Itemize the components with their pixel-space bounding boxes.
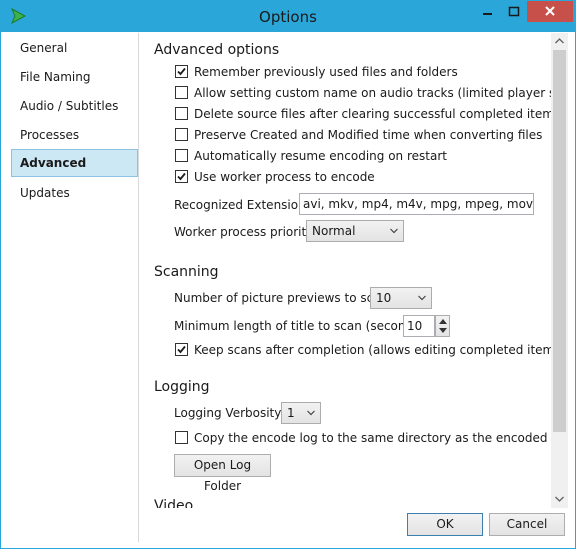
preserve-time-label: Preserve Created and Modified time when … xyxy=(194,128,543,142)
spin-down-icon[interactable] xyxy=(439,328,447,333)
priority-select[interactable]: Normal xyxy=(306,220,404,242)
options-window: Options General File Naming Audio / Subt… xyxy=(0,0,576,549)
auto-resume-checkbox[interactable] xyxy=(175,149,188,162)
options-sidebar: General File Naming Audio / Subtitles Pr… xyxy=(8,33,139,542)
priority-value: Normal xyxy=(312,224,356,238)
previews-select[interactable]: 10 xyxy=(370,287,432,309)
scroll-down-icon[interactable] xyxy=(555,496,564,502)
sidebar-item-processes[interactable]: Processes xyxy=(11,121,138,149)
extensions-label: Recognized Extensions: xyxy=(174,198,316,212)
sidebar-item-general[interactable]: General xyxy=(11,34,138,62)
delete-source-checkbox[interactable] xyxy=(175,107,188,120)
copy-log-label: Copy the encode log to the same director… xyxy=(194,431,551,445)
content-scrollbar[interactable] xyxy=(551,33,568,508)
min-length-spinner[interactable] xyxy=(435,315,450,337)
logging-section-title: Logging xyxy=(154,379,210,395)
sidebar-item-audio-subtitles[interactable]: Audio / Subtitles xyxy=(11,92,138,120)
dialog-footer: OK Cancel xyxy=(140,508,575,548)
chevron-down-icon xyxy=(418,295,426,301)
sidebar-item-advanced[interactable]: Advanced xyxy=(11,149,138,177)
chevron-down-icon xyxy=(390,228,398,234)
delete-source-label: Delete source files after clearing succe… xyxy=(194,107,551,121)
spin-up-icon[interactable] xyxy=(439,319,447,324)
verbosity-label: Logging Verbosity: xyxy=(174,406,285,420)
extensions-input[interactable]: avi, mkv, mp4, m4v, mpg, mpeg, mov, wm xyxy=(299,193,534,215)
chevron-down-icon xyxy=(307,410,315,416)
worker-process-checkbox[interactable] xyxy=(175,170,188,183)
ok-button[interactable]: OK xyxy=(407,513,483,536)
auto-resume-label: Automatically resume encoding on restart xyxy=(194,149,447,163)
remember-files-label: Remember previously used files and folde… xyxy=(194,65,458,79)
min-length-label: Minimum length of title to scan (seconds… xyxy=(174,319,429,333)
maximize-button[interactable] xyxy=(501,1,527,22)
previews-value: 10 xyxy=(376,291,392,305)
scroll-up-icon[interactable] xyxy=(555,38,564,44)
min-length-input[interactable]: 10 xyxy=(403,315,435,337)
previews-label: Number of picture previews to scan: xyxy=(174,291,393,305)
keep-scans-checkbox[interactable] xyxy=(175,343,188,356)
sidebar-item-updates[interactable]: Updates xyxy=(11,179,138,207)
sidebar-item-file-naming[interactable]: File Naming xyxy=(11,63,138,91)
custom-audio-name-checkbox[interactable] xyxy=(175,86,188,99)
cancel-button[interactable]: Cancel xyxy=(489,513,565,536)
minimize-button[interactable] xyxy=(474,1,500,22)
worker-process-label: Use worker process to encode xyxy=(194,170,375,184)
video-section-title: Video xyxy=(154,498,194,508)
keep-scans-label: Keep scans after completion (allows edit… xyxy=(194,343,551,357)
options-content: Advanced options Remember previously use… xyxy=(140,33,551,508)
remember-files-checkbox[interactable] xyxy=(175,65,188,78)
close-button[interactable] xyxy=(527,1,573,22)
scanning-section-title: Scanning xyxy=(154,264,219,280)
verbosity-value: 1 xyxy=(287,406,295,420)
scrollbar-thumb[interactable] xyxy=(553,50,566,432)
verbosity-select[interactable]: 1 xyxy=(281,402,321,424)
preserve-time-checkbox[interactable] xyxy=(175,128,188,141)
priority-label: Worker process priority: xyxy=(174,225,317,239)
copy-log-checkbox[interactable] xyxy=(175,431,188,444)
title-bar[interactable]: Options xyxy=(1,1,575,32)
custom-audio-name-label: Allow setting custom name on audio track… xyxy=(194,86,551,100)
open-log-folder-button[interactable]: Open Log Folder xyxy=(174,454,271,493)
advanced-section-title: Advanced options xyxy=(154,42,280,58)
